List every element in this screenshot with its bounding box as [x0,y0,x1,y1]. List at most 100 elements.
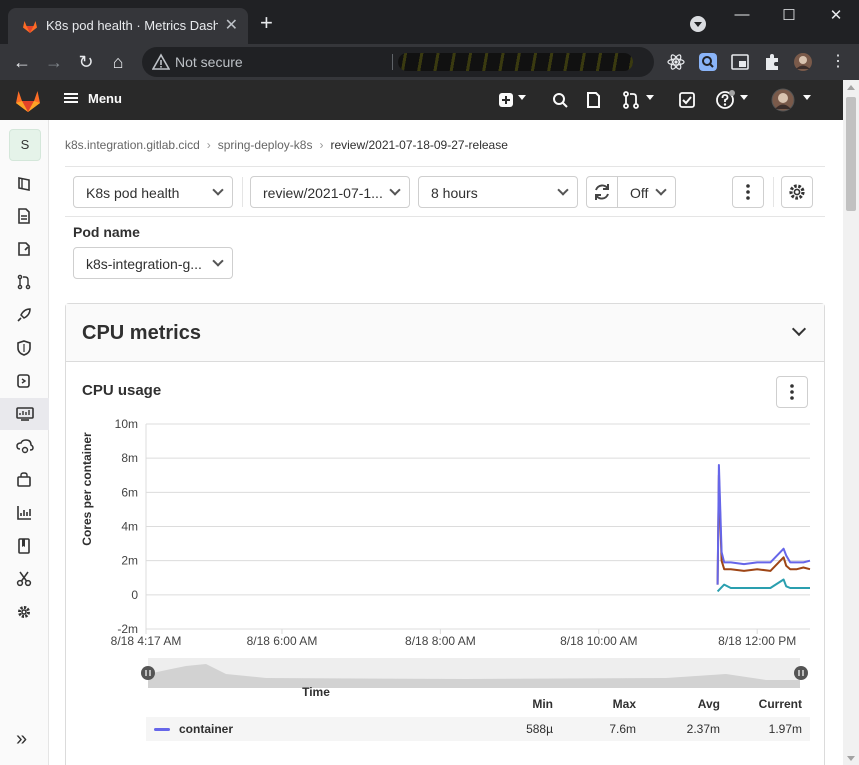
chevron-down-icon [212,255,224,267]
time-range-dropdown[interactable]: 8 hours [418,176,578,208]
tab-title: K8s pod health · Metrics Dashboard [46,18,218,33]
legend-min: 588µ [526,722,553,736]
sidebar-item-packages[interactable] [0,464,49,496]
sidebar-item-analytics[interactable] [0,497,49,529]
dashboard-dropdown[interactable]: K8s pod health [73,176,233,208]
infrastructure-icon [16,439,34,454]
issues-icon[interactable] [583,90,603,110]
packages-icon [17,472,31,487]
legend-swatch [154,728,170,731]
plus-square-icon[interactable] [496,90,516,110]
x-axis-label: Time [302,685,330,699]
security-label: Not secure [175,54,243,70]
tab-close-icon[interactable]: ✕ [225,15,238,35]
new-dropdown-caret-icon[interactable] [518,95,526,100]
ci-cd-icon [17,308,31,322]
y-tick-label: 8m [121,451,138,465]
slider-left-handle[interactable] [141,666,155,680]
time-range-value: 8 hours [431,185,478,201]
todo-icon[interactable] [677,90,697,110]
user-caret-icon[interactable] [803,95,811,100]
deployments-icon [17,374,30,388]
puzzle-icon[interactable] [762,52,782,72]
gitlab-favicon-icon [23,21,37,33]
help-icon[interactable] [715,90,735,110]
home-icon[interactable]: ⌂ [106,50,130,74]
sidebar-item-issues[interactable] [0,233,49,265]
time-range-slider[interactable] [141,658,808,688]
auto-refresh-dropdown[interactable]: Off [617,176,676,208]
merge-request-icon[interactable] [621,90,641,110]
collapse-sidebar-icon[interactable]: » [16,728,27,751]
search-icon[interactable] [550,90,570,110]
chart-actions-button[interactable] [776,376,808,408]
settings-icon [18,606,30,618]
chevron-down-icon [557,184,569,196]
lens-icon[interactable] [698,52,718,72]
sidebar-item-security[interactable] [0,332,49,364]
reload-icon[interactable]: ↻ [74,50,98,74]
breadcrumb-project[interactable]: spring-deploy-k8s [218,138,313,152]
scroll-down-icon[interactable] [847,756,855,761]
breadcrumb-group[interactable]: k8s.integration.gitlab.cicd [65,138,200,152]
legend-row[interactable]: container 588µ 7.6m 2.37m 1.97m [146,717,810,741]
breadcrumb-chevron-icon: › [206,138,211,152]
tab-search-icon[interactable] [690,16,706,32]
slider-right-handle[interactable] [794,666,808,680]
menu-button[interactable]: Menu [64,91,122,106]
divider [773,177,774,207]
browser-tab[interactable]: K8s pod health · Metrics Dashboard ✕ [8,8,248,44]
sidebar-item-snippets[interactable] [0,563,49,595]
minimize-icon[interactable]: — [730,6,754,26]
sidebar-item-ci-cd[interactable] [0,299,49,331]
close-window-icon[interactable]: ✕ [824,6,848,26]
help-caret-icon[interactable] [740,95,748,100]
more-actions-button[interactable] [732,176,764,208]
address-bar[interactable]: Not secure [142,47,654,77]
new-tab-button[interactable]: + [260,12,273,34]
repository-icon [18,208,30,224]
project-overview-icon [18,177,30,191]
divider [242,177,243,207]
sidebar-item-project-overview[interactable] [0,168,49,200]
profile-avatar-icon[interactable] [793,52,813,72]
environment-dropdown[interactable]: review/2021-07-1... [250,176,410,208]
warning-icon [152,53,170,70]
forward-icon[interactable]: → [42,50,66,74]
project-avatar[interactable]: S [9,129,41,161]
sidebar-item-deployments[interactable] [0,365,49,397]
sidebar-item-monitor[interactable] [0,398,49,430]
cpu-metrics-header[interactable]: CPU metrics [66,304,824,362]
breadcrumb-environment[interactable]: review/2021-07-18-09-27-release [330,138,507,152]
pod-name-dropdown[interactable]: k8s-integration-g... [73,247,233,279]
gitlab-logo-icon[interactable] [14,87,42,113]
analytics-icon [17,506,31,520]
mr-dropdown-caret-icon[interactable] [646,95,654,100]
sidebar-item-merge-requests[interactable] [0,266,49,298]
scroll-thumb[interactable] [846,97,856,211]
sidebar-item-infrastructure[interactable] [0,431,49,463]
dashboard-settings-button[interactable] [781,176,813,208]
refresh-button[interactable] [586,176,618,208]
sidebar-item-repository[interactable] [0,200,49,232]
y-tick-label: 6m [121,485,138,499]
more-vert-icon[interactable]: ⋮ [826,50,850,74]
back-icon[interactable]: ← [10,50,34,74]
user-avatar[interactable] [771,88,795,112]
page-scrollbar[interactable] [843,80,859,765]
maximize-icon[interactable]: ☐ [777,6,801,26]
scroll-up-icon[interactable] [847,85,855,90]
divider [65,216,825,217]
picture-in-picture-icon[interactable] [730,52,750,72]
sidebar-item-wiki[interactable] [0,530,49,562]
browser-tab-strip: K8s pod health · Metrics Dashboard ✕ + —… [0,0,859,44]
menu-label: Menu [88,91,122,106]
breadcrumb-chevron-icon: › [319,138,324,152]
gitlab-header: Menu [0,80,843,120]
sidebar-item-settings[interactable] [0,596,49,628]
pod-name-label: Pod name [73,224,140,240]
chevron-down-icon[interactable] [791,321,807,337]
kebab-icon [746,184,750,200]
auto-refresh-value: Off [630,185,649,201]
react-devtools-icon[interactable] [666,52,686,72]
